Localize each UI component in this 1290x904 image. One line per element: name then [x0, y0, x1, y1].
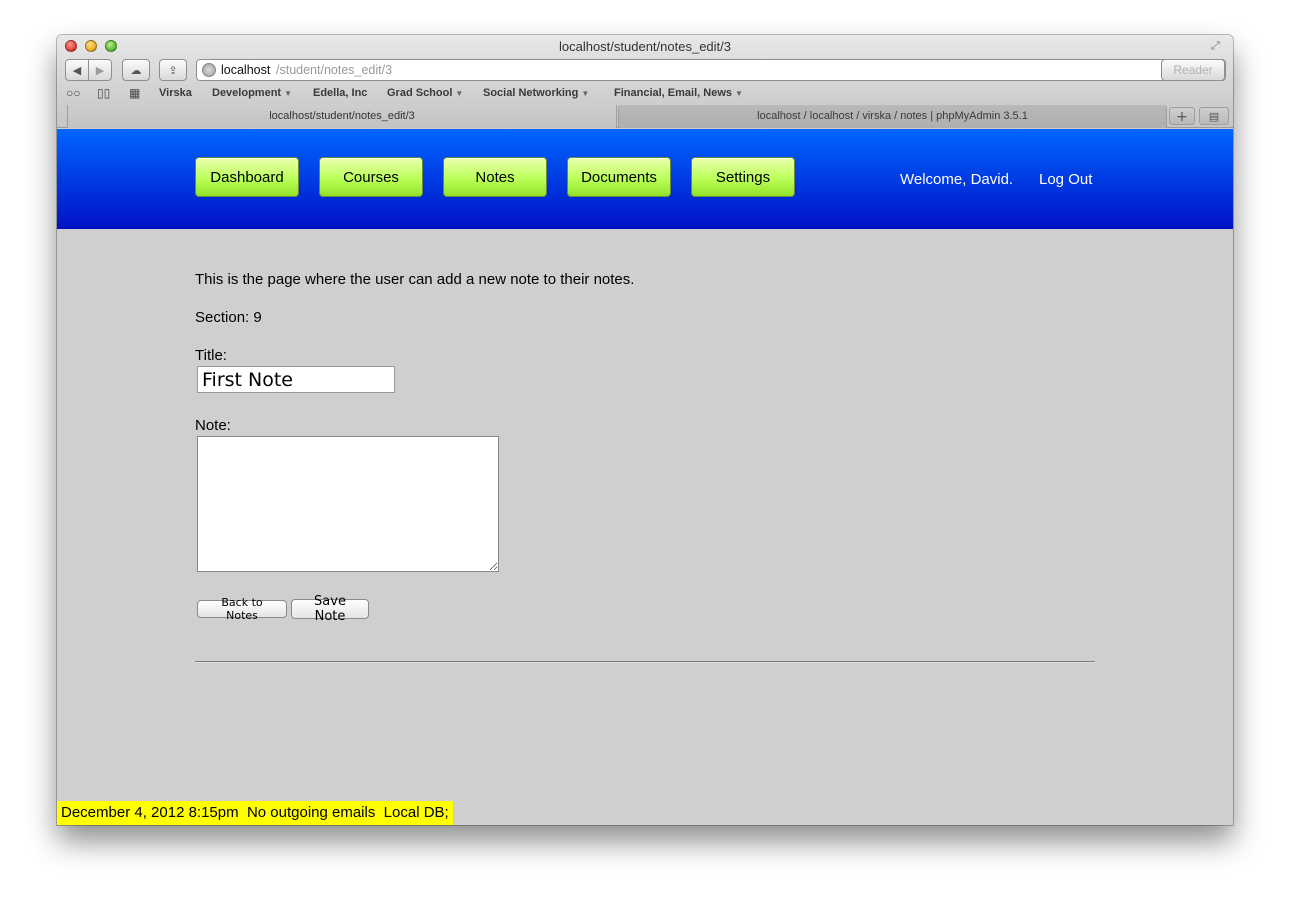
title-input[interactable]	[197, 366, 395, 393]
bookmark-label: Social Networking	[483, 87, 579, 99]
nav-settings-button[interactable]: Settings	[691, 157, 795, 197]
logout-link[interactable]: Log Out	[1039, 171, 1092, 188]
site-header: Dashboard Courses Notes Documents Settin…	[57, 129, 1233, 229]
share-button[interactable]: ⇪	[159, 59, 187, 81]
chevron-down-icon: ▼	[455, 89, 464, 98]
url-host: localhost	[221, 63, 271, 77]
bookmark-label: Virska	[159, 87, 192, 99]
bookmark-development[interactable]: Development ▼	[212, 87, 292, 99]
status-bar: December 4, 2012 8:15pm No outgoing emai…	[57, 801, 453, 825]
section-text: Section: 9	[195, 309, 262, 326]
bookmark-grad-school[interactable]: Grad School ▼	[387, 87, 463, 99]
chevron-down-icon: ▼	[581, 89, 590, 98]
divider	[195, 661, 1095, 663]
title-bar: localhost/student/notes_edit/3 ⤢	[57, 35, 1233, 57]
back-button[interactable]: ◀	[65, 59, 89, 81]
intro-text: This is the page where the user can add …	[195, 271, 635, 288]
forward-button[interactable]: ▶	[88, 59, 112, 81]
browser-window: localhost/student/notes_edit/3 ⤢ ◀ ▶ ☁ ⇪…	[57, 35, 1233, 825]
nav-documents-button[interactable]: Documents	[567, 157, 671, 197]
reader-button[interactable]: Reader	[1161, 59, 1225, 81]
tab-phpmyadmin[interactable]: localhost / localhost / virska / notes |…	[618, 105, 1167, 128]
bookmark-edella[interactable]: Edella, Inc	[313, 87, 367, 99]
window-title: localhost/student/notes_edit/3	[558, 39, 731, 54]
bookmark-label: Grad School	[387, 87, 453, 99]
tab-view-button[interactable]: ▤	[1199, 107, 1229, 125]
bookmarks-bar: ○○ ▯▯ ▦ Virska Development ▼ Edella, Inc …	[57, 85, 1233, 103]
chevron-down-icon: ▼	[284, 89, 292, 98]
note-textarea[interactable]	[197, 436, 499, 572]
bookmark-virska[interactable]: Virska	[159, 87, 192, 99]
bookmark-label: Development	[212, 87, 282, 99]
nav-dashboard-button[interactable]: Dashboard	[195, 157, 299, 197]
icloud-tabs-button[interactable]: ☁	[122, 59, 150, 81]
save-note-button[interactable]: Save Note	[291, 594, 369, 624]
chevron-down-icon: ▼	[735, 89, 743, 98]
welcome-text: Welcome, David.	[900, 171, 1014, 188]
bookmark-financial-email-news[interactable]: Financial, Email, News ▼	[614, 87, 743, 99]
tab-bar: localhost/student/notes_edit/3 localhost…	[57, 105, 1233, 128]
back-to-notes-button[interactable]: Back to Notes	[197, 596, 287, 622]
address-bar[interactable]: localhost /student/notes_edit/3 ↻	[196, 59, 1226, 81]
fullscreen-icon[interactable]: ⤢	[1211, 39, 1225, 53]
new-tab-button[interactable]: +	[1169, 107, 1195, 125]
browser-toolbar: ◀ ▶ ☁ ⇪ localhost /student/notes_edit/3 …	[57, 59, 1233, 83]
nav-courses-button[interactable]: Courses	[319, 157, 423, 197]
tab-notes-edit[interactable]: localhost/student/notes_edit/3	[67, 105, 617, 128]
bookmarks-book-icon[interactable]: ▯▯	[97, 86, 110, 100]
reading-list-icon[interactable]: ○○	[66, 86, 81, 100]
browser-chrome: localhost/student/notes_edit/3 ⤢ ◀ ▶ ☁ ⇪…	[57, 35, 1233, 128]
globe-icon	[202, 63, 216, 77]
title-label: Title:	[195, 347, 227, 364]
bookmark-label: Edella, Inc	[313, 87, 368, 99]
bookmark-label: Financial, Email, News	[614, 87, 732, 99]
web-page: Dashboard Courses Notes Documents Settin…	[57, 129, 1233, 825]
url-path: /student/notes_edit/3	[276, 63, 393, 77]
top-sites-icon[interactable]: ▦	[129, 86, 140, 100]
bookmark-social-networking[interactable]: Social Networking ▼	[483, 87, 589, 99]
note-label: Note:	[195, 417, 231, 434]
nav-notes-button[interactable]: Notes	[443, 157, 547, 197]
